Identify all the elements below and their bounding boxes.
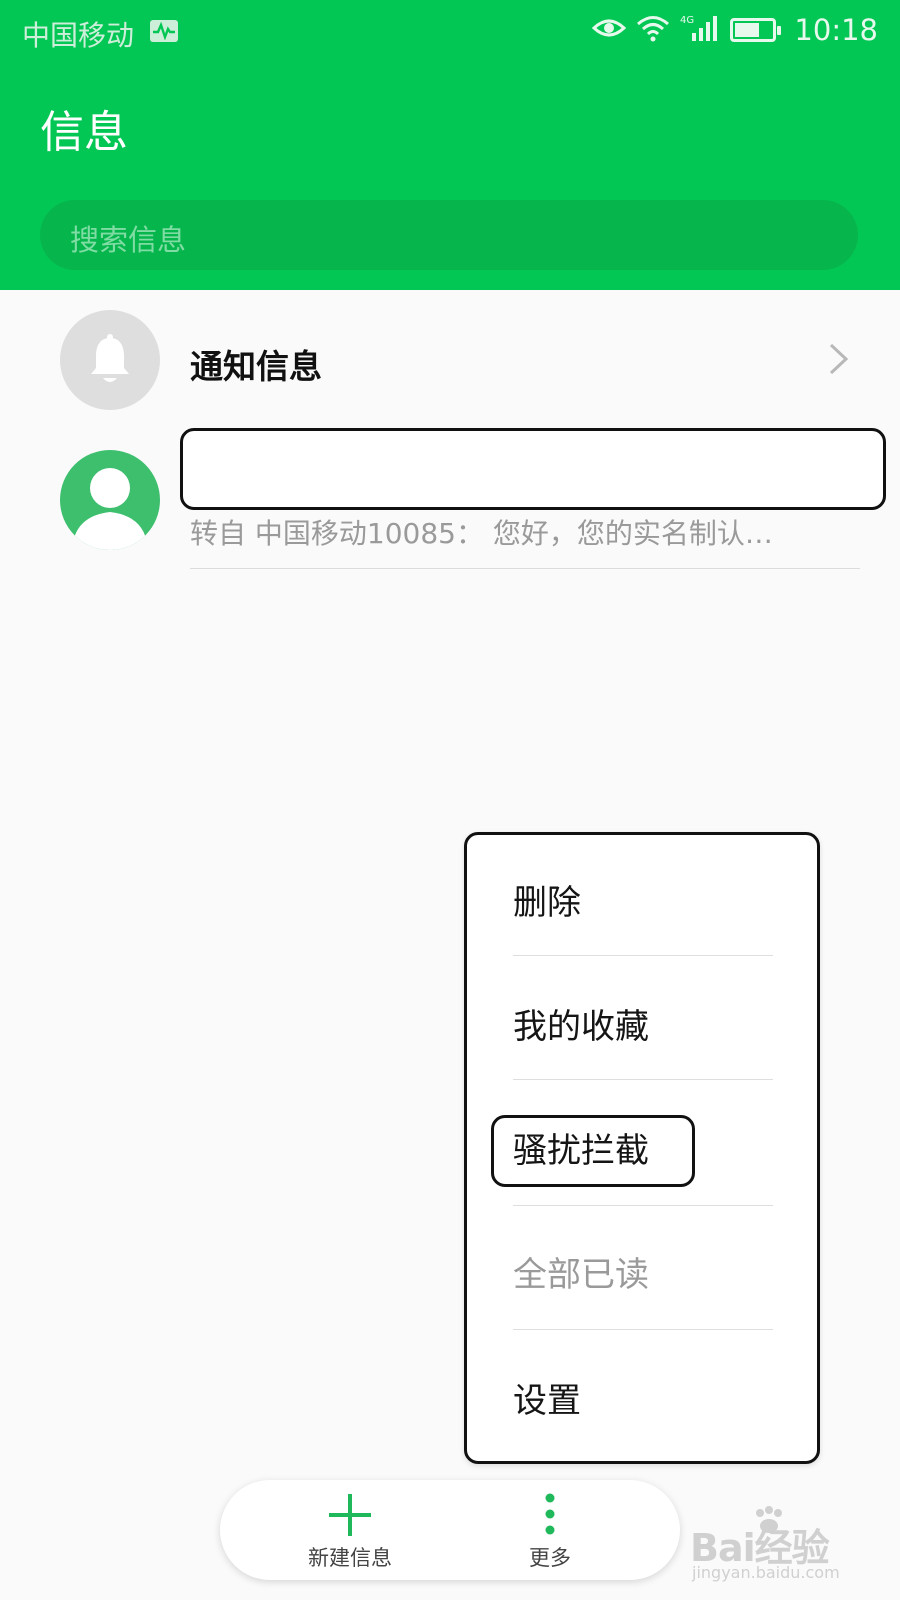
conversation-title: 通知信息 (190, 347, 322, 386)
plus-icon (329, 1494, 371, 1536)
watermark-url: jingyan.baidu.com (692, 1563, 840, 1582)
status-icons: 4G 10:18 (592, 12, 878, 48)
battery-icon (730, 18, 782, 42)
activity-icon (150, 20, 178, 42)
carrier-name: 中国移动 (22, 19, 135, 52)
signal-icon: 4G (680, 13, 720, 47)
search-input[interactable]: 搜索信息 (40, 200, 858, 270)
baidu-watermark: Bai经验 jingyan.baidu.com (690, 1505, 850, 1585)
new-message-button[interactable]: 新建信息 (270, 1480, 430, 1580)
menu-item-delete[interactable]: 删除 (513, 875, 581, 924)
menu-item-mark-all-read: 全部已读 (513, 1255, 649, 1295)
bell-icon (60, 310, 160, 410)
menu-item-favorites[interactable]: 我的收藏 (513, 999, 649, 1048)
menu-divider (513, 955, 773, 956)
menu-divider (513, 1329, 773, 1330)
list-divider (190, 568, 860, 569)
more-label: 更多 (529, 1546, 571, 1570)
conversation-item-notifications[interactable]: 通知信息 (0, 290, 900, 430)
menu-item-settings[interactable]: 设置 (513, 1373, 581, 1422)
bottom-action-bar: 新建信息 更多 (220, 1480, 680, 1580)
more-button[interactable]: 更多 (470, 1480, 630, 1580)
network-type-label: 4G (680, 15, 694, 26)
eye-icon (592, 16, 627, 44)
contact-avatar-icon (60, 450, 160, 550)
menu-divider (513, 1079, 773, 1080)
search-placeholder: 搜索信息 (70, 223, 187, 257)
page-title: 信息 (40, 107, 128, 158)
menu-item-spam-block[interactable]: 骚扰拦截 (513, 1123, 649, 1172)
redacted-sender-box (180, 428, 886, 510)
menu-divider (513, 1205, 773, 1206)
chevron-right-icon (829, 343, 849, 375)
more-vertical-icon (545, 1493, 555, 1535)
app-header: 中国移动 4G 10:18 信息 搜索信息 (0, 0, 900, 290)
conversation-item-10085[interactable] (0, 428, 900, 575)
new-message-label: 新建信息 (308, 1546, 392, 1570)
clock: 10:18 (794, 13, 878, 47)
more-options-menu: 删除 我的收藏 骚扰拦截 全部已读 设置 (464, 832, 820, 1464)
status-bar: 中国移动 4G 10:18 (0, 0, 900, 64)
paw-icon (756, 1506, 782, 1533)
wifi-icon (636, 14, 670, 46)
message-preview: 转自 中国移动10085： 您好，您的实名制认… (190, 517, 773, 550)
